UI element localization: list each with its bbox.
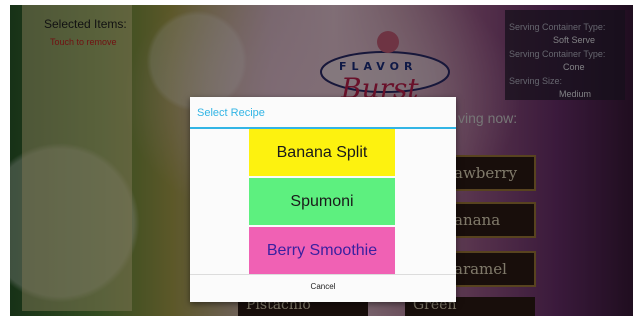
- recipe-berry-smoothie-button[interactable]: Berry Smoothie: [249, 227, 395, 274]
- dialog-title: Select Recipe: [197, 107, 265, 119]
- select-recipe-dialog: Select Recipe Banana Split Spumoni Berry…: [190, 97, 456, 302]
- recipe-banana-split-button[interactable]: Banana Split: [249, 129, 395, 176]
- recipe-spumoni-button[interactable]: Spumoni: [249, 178, 395, 225]
- cancel-button[interactable]: Cancel: [190, 275, 456, 302]
